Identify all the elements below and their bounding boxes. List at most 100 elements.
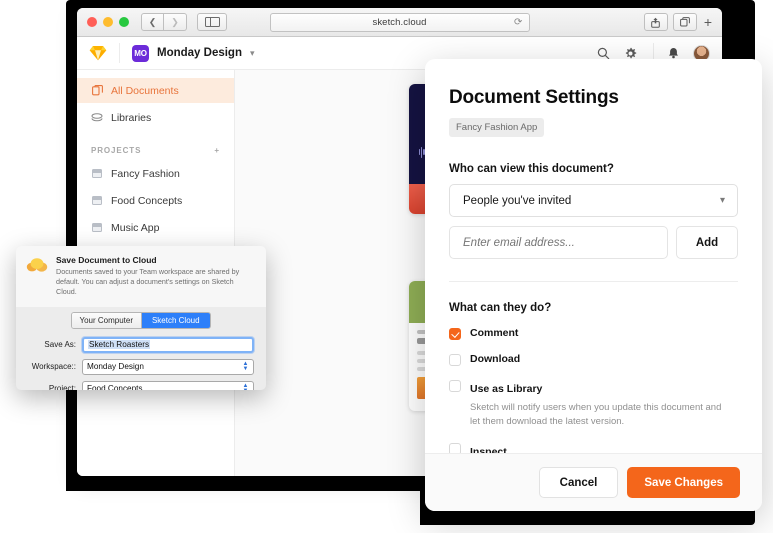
add-user-button[interactable]: Add xyxy=(676,226,738,259)
destination-segmented-control[interactable]: Your Computer Sketch Cloud xyxy=(71,312,211,329)
workspace-value: Monday Design xyxy=(87,362,144,371)
permission-label: Use as Library xyxy=(470,383,542,395)
tabs-icon xyxy=(680,17,690,27)
permission-row-download[interactable]: Download xyxy=(449,353,738,366)
workspace-row: Workspace:: Monday Design ▲▼ xyxy=(28,359,254,375)
sidebar-project-music-app[interactable]: Music App xyxy=(77,215,234,240)
workspace-badge[interactable]: MO xyxy=(132,45,149,62)
save-as-row: Save As: Sketch Roasters xyxy=(28,337,254,353)
address-bar-url: sketch.cloud xyxy=(372,17,426,28)
segment-sketch-cloud[interactable]: Sketch Cloud xyxy=(141,313,211,328)
sketch-diamond-icon[interactable] xyxy=(89,45,107,61)
segment-your-computer[interactable]: Your Computer xyxy=(72,313,141,328)
project-value: Food Concepts xyxy=(87,384,143,390)
visibility-select[interactable]: People you've invited ▾ xyxy=(449,184,738,217)
permission-row-use-as-library[interactable]: Use as Library Sketch will notify users … xyxy=(449,379,738,429)
email-field[interactable] xyxy=(449,226,668,259)
backdrop-notch-bottom xyxy=(0,491,420,533)
cloud-icon xyxy=(26,255,48,273)
libraries-icon xyxy=(91,112,103,124)
stepper-icon[interactable]: ▲▼ xyxy=(240,383,251,390)
download-checkbox[interactable] xyxy=(449,354,461,366)
save-dialog-form: Save As: Sketch Roasters Workspace:: Mon… xyxy=(16,329,266,390)
save-dialog-title: Save Document to Cloud xyxy=(56,255,256,265)
sidebar-item-label: Libraries xyxy=(111,112,151,124)
save-dialog-header: Save Document to Cloud Documents saved t… xyxy=(16,246,266,307)
sidebar-item-libraries[interactable]: Libraries xyxy=(77,105,234,130)
new-tab-button[interactable]: + xyxy=(702,15,714,29)
minimize-window-icon[interactable] xyxy=(103,17,113,27)
project-label: Project: xyxy=(28,384,82,390)
document-settings-dialog: Document Settings Fancy Fashion App Who … xyxy=(425,59,762,511)
chevron-down-icon[interactable]: ▾ xyxy=(250,48,255,59)
sidebar-toggle-icon xyxy=(205,17,220,27)
folder-icon xyxy=(91,195,103,207)
permissions-question-label: What can they do? xyxy=(449,302,738,314)
folder-icon xyxy=(91,222,103,234)
chevron-down-icon: ▾ xyxy=(720,195,725,206)
close-window-icon[interactable] xyxy=(87,17,97,27)
save-changes-button[interactable]: Save Changes xyxy=(627,467,740,498)
project-select[interactable]: Food Concepts ▲▼ xyxy=(82,381,254,390)
permission-text: Use as Library Sketch will notify users … xyxy=(470,379,732,429)
back-button[interactable]: ❮ xyxy=(141,13,164,31)
document-name-badge: Fancy Fashion App xyxy=(449,118,544,137)
cancel-button[interactable]: Cancel xyxy=(539,467,619,498)
gear-icon[interactable] xyxy=(624,47,637,60)
share-icon xyxy=(651,17,660,28)
permission-label: Download xyxy=(470,353,520,366)
save-dialog-description: Documents saved to your Team workspace a… xyxy=(56,267,256,298)
address-bar[interactable]: sketch.cloud ⟳ xyxy=(270,13,530,32)
window-traffic-lights xyxy=(87,17,129,27)
sidebar-item-label: All Documents xyxy=(111,85,179,97)
sidebar-project-label: Music App xyxy=(111,222,159,234)
add-project-button[interactable]: + xyxy=(214,147,220,155)
browser-titlebar: ❮ ❯ sketch.cloud ⟳ xyxy=(77,8,722,37)
permission-text: Inspect Anyone you've invited can view d… xyxy=(470,442,732,453)
save-as-input[interactable]: Sketch Roasters xyxy=(82,337,254,353)
visibility-select-value: People you've invited xyxy=(463,195,571,207)
view-question-label: Who can view this document? xyxy=(449,163,738,175)
nav-buttons: ❮ ❯ xyxy=(141,13,187,31)
workspace-name: Monday Design xyxy=(157,47,242,59)
sidebar-toggle-button[interactable] xyxy=(197,13,227,31)
sidebar-project-fancy-fashion[interactable]: Fancy Fashion xyxy=(77,161,234,186)
folder-icon xyxy=(91,168,103,180)
comment-checkbox[interactable] xyxy=(449,328,461,340)
project-row: Project: Food Concepts ▲▼ xyxy=(28,381,254,390)
projects-header: PROJECTS + xyxy=(77,132,234,161)
toolbar-right: + xyxy=(644,13,714,31)
permission-description: Sketch will notify users when you update… xyxy=(470,401,732,429)
bell-icon[interactable] xyxy=(668,47,679,60)
maximize-window-icon[interactable] xyxy=(119,17,129,27)
sidebar-item-all-documents[interactable]: All Documents xyxy=(77,78,234,103)
permission-label: Inspect xyxy=(470,446,507,453)
sidebar-project-label: Fancy Fashion xyxy=(111,168,180,180)
workspace-label: Workspace:: xyxy=(28,362,82,371)
forward-button[interactable]: ❯ xyxy=(164,13,187,31)
projects-heading: PROJECTS xyxy=(91,146,141,155)
permission-row-inspect[interactable]: Inspect Anyone you've invited can view d… xyxy=(449,442,738,453)
save-dialog-text: Save Document to Cloud Documents saved t… xyxy=(56,255,256,298)
screenshot-stage: ❮ ❯ sketch.cloud ⟳ xyxy=(0,0,773,533)
page-title: Document Settings xyxy=(449,87,738,109)
sidebar-project-label: Food Concepts xyxy=(111,195,182,207)
share-button[interactable] xyxy=(644,13,668,31)
use-as-library-checkbox[interactable] xyxy=(449,380,461,392)
dialog-footer: Cancel Save Changes xyxy=(425,453,762,511)
workspace-select[interactable]: Monday Design ▲▼ xyxy=(82,359,254,375)
reload-icon[interactable]: ⟳ xyxy=(514,17,522,28)
invite-row: Add xyxy=(449,226,738,259)
inspect-checkbox[interactable] xyxy=(449,443,461,453)
save-document-dialog: Save Document to Cloud Documents saved t… xyxy=(16,246,266,390)
document-settings-body: Document Settings Fancy Fashion App Who … xyxy=(425,59,762,453)
permission-label: Comment xyxy=(470,327,518,340)
sidebar-project-food-concepts[interactable]: Food Concepts xyxy=(77,188,234,213)
tabs-button[interactable] xyxy=(673,13,697,31)
divider xyxy=(449,281,738,282)
save-as-value: Sketch Roasters xyxy=(88,340,150,349)
header-divider xyxy=(119,43,120,63)
stepper-icon[interactable]: ▲▼ xyxy=(240,361,251,373)
search-icon[interactable] xyxy=(597,47,610,60)
permission-row-comment[interactable]: Comment xyxy=(449,327,738,340)
